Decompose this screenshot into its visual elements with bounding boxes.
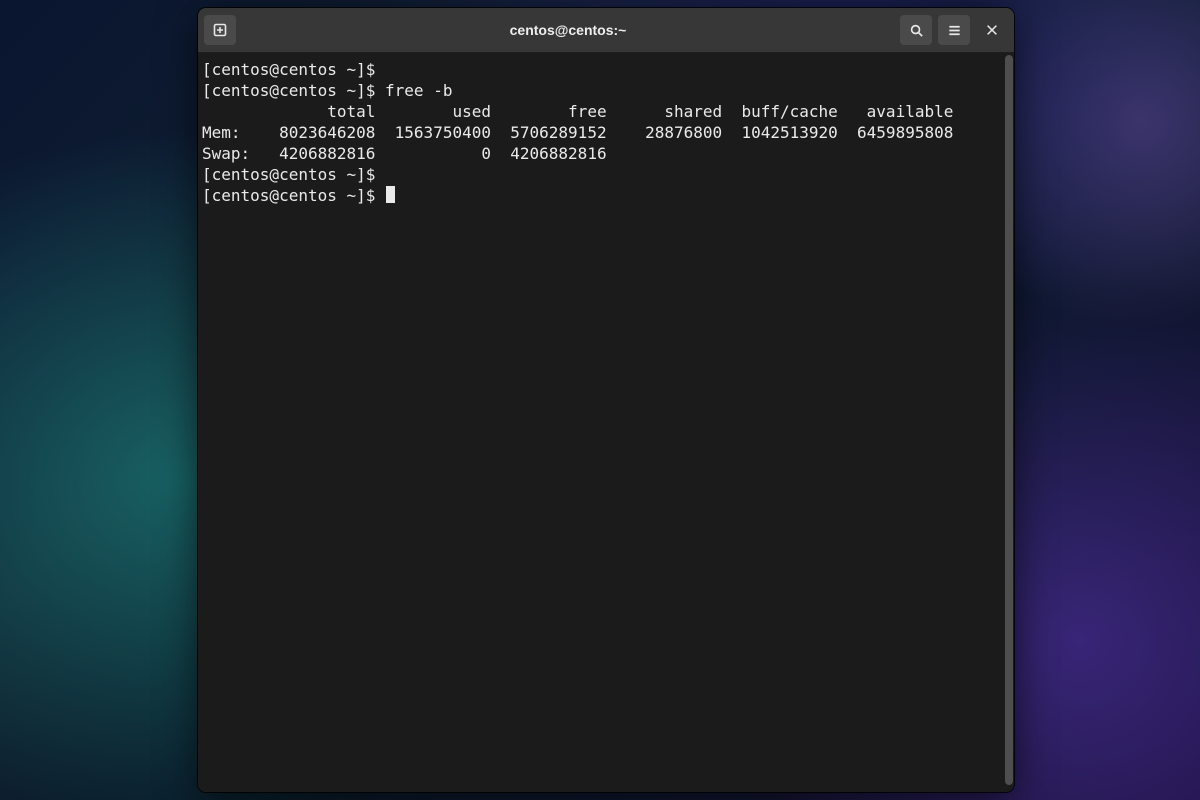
terminal-output: [centos@centos ~]$ [centos@centos ~]$ fr… <box>202 59 1000 206</box>
scrollbar-thumb[interactable] <box>1005 55 1013 785</box>
hamburger-icon <box>947 23 962 38</box>
terminal-window: centos@centos:~ <box>198 8 1014 792</box>
cursor <box>386 186 395 203</box>
new-tab-icon <box>212 22 228 38</box>
close-icon <box>985 23 999 37</box>
titlebar[interactable]: centos@centos:~ <box>198 8 1014 53</box>
new-tab-button[interactable] <box>204 15 236 45</box>
search-button[interactable] <box>900 15 932 45</box>
window-title: centos@centos:~ <box>242 22 894 38</box>
menu-button[interactable] <box>938 15 970 45</box>
scrollbar[interactable] <box>1004 53 1014 792</box>
search-icon <box>909 23 924 38</box>
terminal-viewport[interactable]: [centos@centos ~]$ [centos@centos ~]$ fr… <box>198 53 1004 792</box>
close-button[interactable] <box>976 15 1008 45</box>
desktop-background: centos@centos:~ <box>0 0 1200 800</box>
